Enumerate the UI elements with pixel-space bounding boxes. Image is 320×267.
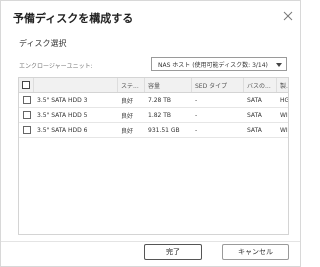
disk-vendor: WI [280, 111, 288, 119]
dialog-title: 予備ディスクを構成する [13, 12, 134, 25]
column-header-status[interactable]: ステ... [118, 78, 145, 92]
enclosure-label: エンクロージャーユニット: [19, 63, 93, 70]
disk-name: 3.5" SATA HDD 6 [37, 126, 88, 134]
row-checkbox[interactable] [22, 126, 31, 134]
disk-sed-type: - [195, 111, 198, 119]
column-header-vendor[interactable]: 製... [277, 78, 288, 92]
table-row[interactable]: 3.5" SATA HDD 6 良好 931.51 GB - SATA WI [19, 123, 288, 138]
disk-bus-type: SATA [247, 96, 262, 104]
disk-table: ステ... 容量 SED タイプ バスの... 製... 3.5" SATA H… [18, 77, 289, 235]
disk-name: 3.5" SATA HDD 5 [37, 111, 88, 119]
column-header-capacity[interactable]: 容量 [145, 78, 192, 92]
close-icon[interactable] [282, 10, 294, 22]
table-header: ステ... 容量 SED タイプ バスの... 製... [19, 78, 288, 93]
table-row[interactable]: 3.5" SATA HDD 3 良好 7.28 TB - SATA HG [19, 93, 289, 108]
column-header-sed-type[interactable]: SED タイプ [192, 78, 244, 92]
section-title: ディスク選択 [19, 39, 67, 48]
select-all-checkbox[interactable] [22, 81, 30, 89]
row-checkbox-cell [19, 123, 34, 137]
enclosure-select[interactable]: NAS ホスト (使用可能ディスク数: 3/14) [151, 57, 287, 71]
row-checkbox[interactable] [22, 96, 31, 104]
disk-bus-type: SATA [247, 126, 262, 134]
disk-sed-type: - [195, 126, 198, 134]
enclosure-select-value: NAS ホスト (使用可能ディスク数: 3/14) [158, 62, 268, 69]
cancel-button[interactable]: キャンセル [222, 244, 289, 260]
disk-bus-type: SATA [247, 111, 262, 119]
table-row[interactable]: 3.5" SATA HDD 5 良好 1.82 TB - SATA WI [19, 108, 288, 123]
disk-status: 良好 [121, 97, 134, 105]
finish-button[interactable]: 完了 [144, 244, 202, 260]
disk-name: 3.5" SATA HDD 3 [37, 96, 88, 104]
column-header-name[interactable] [34, 78, 118, 92]
disk-sed-type: - [195, 96, 198, 104]
disk-capacity: 931.51 GB [148, 126, 180, 134]
row-checkbox[interactable] [22, 111, 31, 119]
configure-spare-disk-dialog: 予備ディスクを構成する ディスク選択 エンクロージャーユニット: NAS ホスト… [0, 0, 301, 267]
disk-vendor: HG [280, 96, 289, 104]
disk-capacity: 7.28 TB [148, 96, 172, 104]
row-checkbox-cell [19, 108, 34, 122]
footer-divider [1, 241, 300, 242]
row-checkbox-cell [19, 93, 34, 107]
chevron-down-icon [276, 63, 282, 67]
disk-capacity: 1.82 TB [148, 111, 172, 119]
select-all-cell [19, 78, 34, 92]
disk-status: 良好 [121, 127, 134, 135]
disk-status: 良好 [121, 112, 134, 120]
column-header-bus-type[interactable]: バスの... [244, 78, 277, 92]
disk-vendor: WI [280, 126, 288, 134]
